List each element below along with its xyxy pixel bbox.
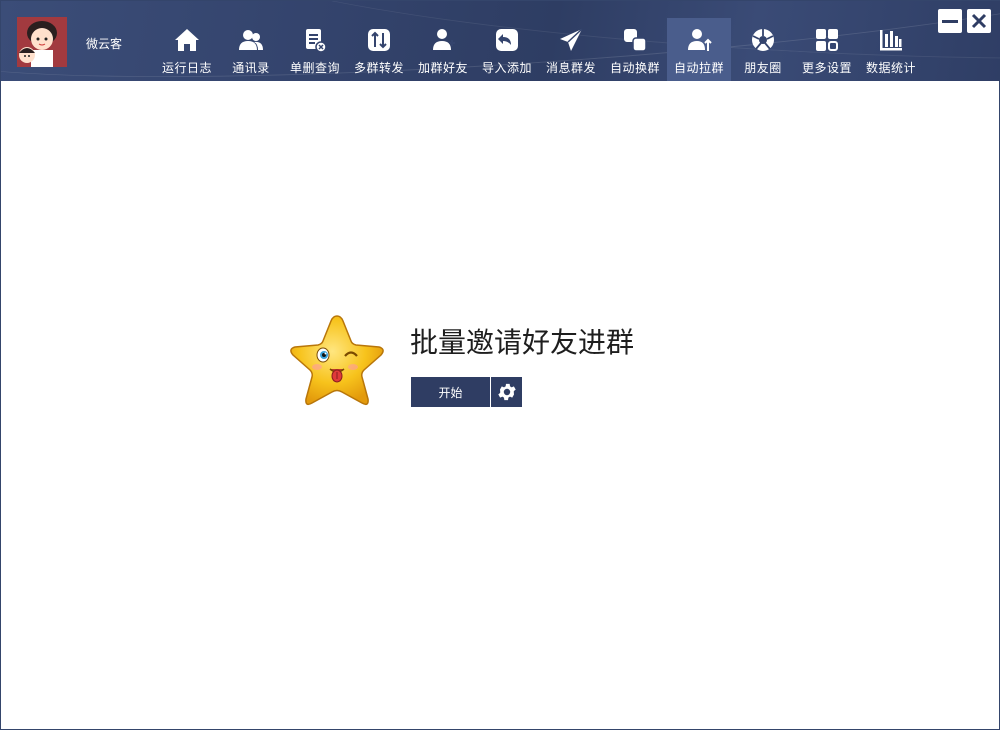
nav-item-label: 运行日志 (161, 61, 212, 75)
nav-item-label: 多群转发 (353, 61, 404, 75)
nav-item-more-settings[interactable]: 更多设置 (795, 18, 859, 81)
import-icon (493, 26, 521, 54)
settings-button[interactable] (491, 377, 522, 407)
nav-item-label: 单删查询 (289, 61, 340, 75)
nav-item-label: 朋友圈 (744, 61, 782, 75)
nav-item-auto-pull-group[interactable]: 自动拉群 (667, 18, 731, 81)
nav-item-run-log[interactable]: 运行日志 (155, 18, 219, 81)
nav-item-label: 导入添加 (481, 61, 532, 75)
add-friend-icon (429, 26, 457, 54)
grid-icon (813, 26, 841, 54)
avatar[interactable] (17, 17, 67, 67)
bar-chart-icon (877, 26, 905, 54)
nav-item-label: 更多设置 (801, 61, 852, 75)
start-button[interactable]: 开始 (411, 377, 490, 407)
close-button[interactable] (967, 9, 991, 33)
nav-item-moments[interactable]: 朋友圈 (731, 18, 795, 81)
nav-item-add-group-friend[interactable]: 加群好友 (411, 18, 475, 81)
minimize-button[interactable] (938, 9, 962, 33)
gear-icon (497, 383, 516, 401)
main-nav: 运行日志 通讯录 单删查询 多群转发 加群好友 导入添加 消息群发 自动换群 自… (155, 18, 923, 81)
page-title: 批量邀请好友进群 (410, 326, 635, 359)
nav-item-multi-forward[interactable]: 多群转发 (347, 18, 411, 81)
nav-item-label: 通讯录 (232, 61, 270, 75)
close-icon (971, 13, 987, 29)
send-icon (557, 26, 585, 54)
app-window: 微云客 运行日志 通讯录 单删查询 多群转发 加群好友 导入添加 消息群发 自动… (0, 0, 1000, 730)
nav-item-auto-switch-group[interactable]: 自动换群 (603, 18, 667, 81)
nav-item-label: 自动拉群 (673, 61, 724, 75)
nav-item-label: 消息群发 (545, 61, 596, 75)
username: 微云客 (86, 37, 123, 51)
nav-item-broadcast[interactable]: 消息群发 (539, 18, 603, 81)
minimize-icon (942, 20, 958, 23)
moments-icon (749, 26, 777, 54)
delete-check-icon (301, 26, 329, 54)
home-icon (173, 26, 201, 54)
top-toolbar: 微云客 运行日志 通讯录 单删查询 多群转发 加群好友 导入添加 消息群发 自动… (1, 1, 1000, 81)
nav-item-statistics[interactable]: 数据统计 (859, 18, 923, 81)
pull-group-icon (685, 26, 713, 54)
switch-group-icon (621, 26, 649, 54)
nav-item-label: 数据统计 (865, 61, 916, 75)
star-mascot-icon (287, 313, 387, 409)
nav-item-contacts[interactable]: 通讯录 (219, 18, 283, 81)
nav-item-import-add[interactable]: 导入添加 (475, 18, 539, 81)
contacts-icon (237, 26, 265, 54)
nav-item-label: 加群好友 (417, 61, 468, 75)
nav-item-label: 自动换群 (609, 61, 660, 75)
forward-icon (365, 26, 393, 54)
nav-item-delete-check[interactable]: 单删查询 (283, 18, 347, 81)
